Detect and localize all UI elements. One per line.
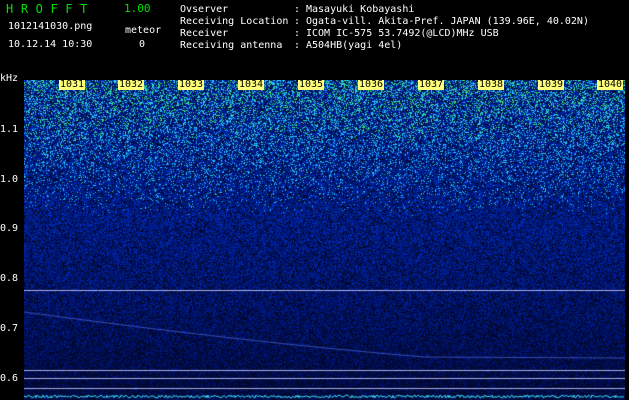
y-tick-label: 0.7: [0, 323, 19, 334]
x-tick-label: 1036: [358, 79, 385, 90]
app-title: HROFFT: [6, 2, 95, 16]
y-tick-label: 0.6: [0, 373, 19, 384]
y-tick-label: 0.8: [0, 273, 19, 284]
info-observer-value: Masayuki Kobayashi: [306, 4, 415, 15]
file-name: 1012141030.png: [8, 21, 93, 32]
x-tick-label: 1034: [238, 79, 265, 90]
info-colon: :: [294, 16, 301, 27]
app-version: 1.00: [124, 2, 151, 15]
info-colon: :: [294, 4, 301, 15]
info-colon: :: [294, 40, 301, 51]
info-observer-label: Ovserver: [180, 4, 229, 15]
info-receiver-label: Receiver: [180, 28, 229, 39]
x-tick-label: 1033: [178, 79, 205, 90]
info-colon: :: [294, 28, 301, 39]
spectrogram-canvas: [24, 80, 625, 400]
info-antenna-label: Receiving antenna: [180, 40, 283, 51]
meteor-count: 0: [139, 39, 146, 50]
info-location-value: Ogata-vill. Akita-Pref. JAPAN (139.96E, …: [306, 16, 589, 27]
info-receiver-value: ICOM IC-575 53.7492(@LCD)MHz USB: [306, 28, 499, 39]
x-tick-label: 1039: [538, 79, 565, 90]
y-tick-label: 1.1: [0, 124, 19, 135]
x-tick-label: 1038: [478, 79, 505, 90]
x-tick-label: 1040: [597, 79, 624, 90]
spectrogram-plot: [24, 80, 625, 400]
x-tick-label: 1037: [418, 79, 445, 90]
y-tick-label: 1.0: [0, 174, 19, 185]
meteor-label: meteor: [125, 25, 162, 36]
x-tick-label: 1032: [118, 79, 145, 90]
x-tick-label: 1031: [59, 79, 86, 90]
y-axis-unit: kHz: [0, 73, 19, 84]
hrofft-window: HROFFT 1.00 1012141030.png meteor 10.12.…: [0, 0, 629, 400]
y-tick-label: 0.9: [0, 223, 19, 234]
capture-datetime: 10.12.14 10:30: [8, 39, 93, 50]
info-location-label: Receiving Location: [180, 16, 289, 27]
info-antenna-value: A504HB(yagi 4el): [306, 40, 403, 51]
x-tick-label: 1035: [298, 79, 325, 90]
